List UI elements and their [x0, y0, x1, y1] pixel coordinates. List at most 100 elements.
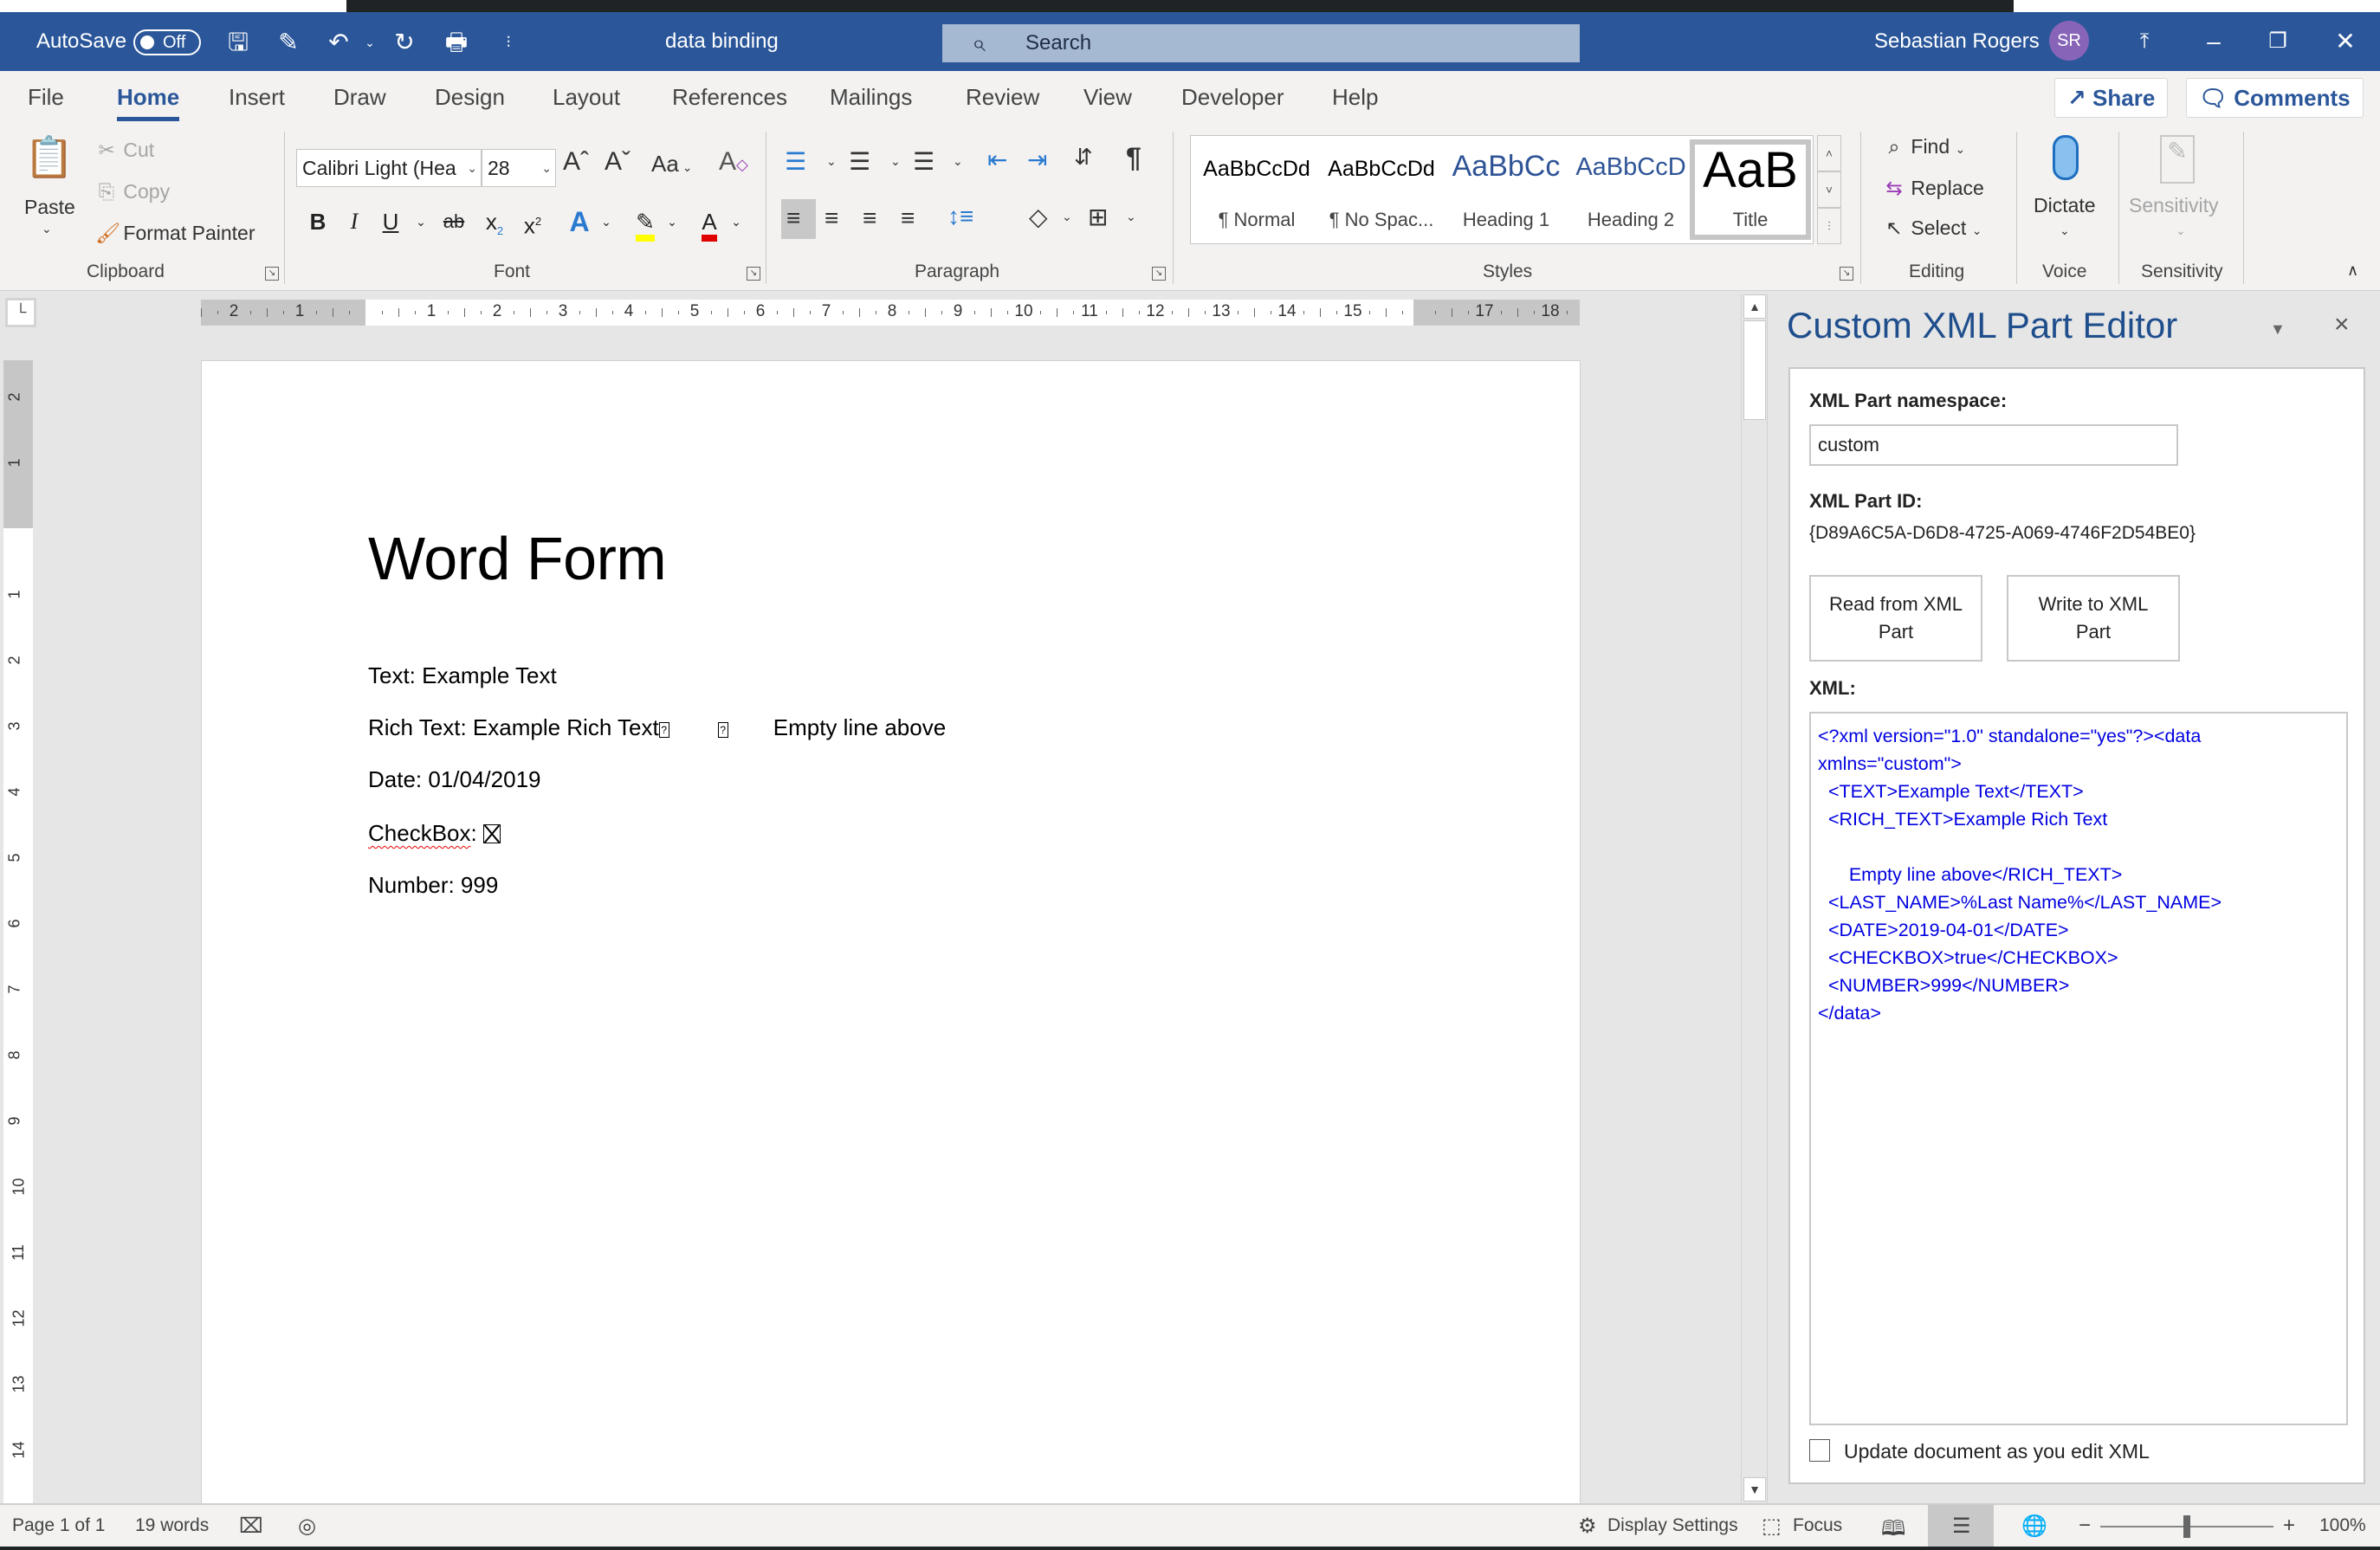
share-button[interactable]: ↗ Share [2054, 78, 2169, 118]
zoom-slider-thumb[interactable] [2183, 1515, 2190, 1538]
update-document-checkbox[interactable]: Update document as you edit XML [1809, 1439, 2150, 1463]
style-heading-1[interactable]: AaBbCc Heading 1 [1444, 139, 1568, 240]
align-center-icon[interactable]: ≡ [825, 204, 838, 232]
subscript-icon[interactable]: x2 [482, 203, 508, 241]
microphone-icon[interactable] [2053, 135, 2079, 180]
ribbon-display-options-icon[interactable]: ⤒ [2110, 12, 2179, 71]
display-settings-button[interactable]: Display Settings [1607, 1505, 1738, 1547]
word-count[interactable]: 19 words [135, 1505, 209, 1547]
show-formatting-marks-icon[interactable]: ¶ [1126, 142, 1141, 174]
document-page[interactable]: Word Form Text: Example Text Rich Text: … [201, 360, 1581, 1503]
proofing-icon[interactable]: ⌧ [239, 1514, 263, 1539]
change-case-button[interactable]: Aa ⌄ [651, 151, 692, 178]
checkbox-field-line[interactable]: CheckBox: [368, 820, 501, 847]
tab-design[interactable]: Design [435, 80, 505, 114]
restore-icon[interactable]: ❐ [2243, 12, 2312, 71]
zoom-level[interactable]: 100% [2319, 1505, 2366, 1547]
paste-dropdown-icon[interactable]: ⌄ [42, 222, 52, 236]
style-heading-2[interactable]: AaBbCcD Heading 2 [1568, 139, 1693, 240]
clipboard-launcher-icon[interactable]: ↘ [265, 267, 279, 281]
italic-icon[interactable]: I [341, 203, 367, 241]
font-name-combo[interactable]: Calibri Light (Hea ⌄ [296, 149, 482, 187]
copy-button[interactable]: ⎘ Copy [95, 180, 170, 203]
format-painter-button[interactable]: 🖌 Format Painter [95, 222, 255, 245]
scrollbar-thumb[interactable] [1743, 320, 1766, 420]
dictate-button[interactable]: Dictate [2034, 194, 2096, 217]
tab-draw[interactable]: Draw [333, 80, 386, 114]
borders-icon[interactable]: ⊞ [1088, 203, 1108, 231]
tab-review[interactable]: Review [966, 80, 1039, 114]
checked-checkbox-icon[interactable] [482, 824, 501, 843]
xml-textarea[interactable]: <?xml version="1.0" standalone="yes"?><d… [1809, 712, 2348, 1425]
avatar[interactable]: SR [2049, 21, 2089, 61]
scroll-up-icon[interactable]: ▲ [1743, 294, 1766, 319]
style-title[interactable]: AaB Title [1690, 139, 1811, 240]
focus-button[interactable]: Focus [1793, 1505, 1842, 1547]
style-normal[interactable]: AaBbCcDd ¶ Normal [1194, 139, 1319, 240]
increase-indent-icon[interactable]: ⇥ [1027, 145, 1047, 174]
tab-layout[interactable]: Layout [553, 80, 620, 114]
bullets-dropdown-icon[interactable]: ⌄ [826, 154, 837, 169]
text-effects-dropdown-icon[interactable]: ⌄ [598, 203, 615, 241]
find-button[interactable]: ⌕ Find ⌄ [1883, 135, 1966, 158]
line-spacing-icon[interactable]: ↕≡ [947, 203, 973, 230]
sensitivity-icon[interactable]: ✎ [2160, 135, 2195, 184]
minimize-icon[interactable]: – [2179, 12, 2248, 71]
bold-icon[interactable]: B [305, 203, 331, 241]
checkbox[interactable] [1809, 1439, 1830, 1462]
redo-icon[interactable]: ↻ [390, 28, 419, 57]
tab-references[interactable]: References [672, 80, 787, 114]
tab-stop-selector[interactable]: └ [5, 298, 36, 327]
numbering-dropdown-icon[interactable]: ⌄ [890, 154, 901, 169]
highlight-icon[interactable]: ✎ [631, 203, 660, 242]
tab-home[interactable]: Home [117, 80, 180, 121]
text-field-line[interactable]: Text: Example Text [368, 662, 557, 689]
customize-qat-icon[interactable]: ⫶ [494, 28, 523, 57]
print-preview-icon[interactable]: 🖶 [442, 28, 471, 57]
paste-button[interactable]: Paste [24, 196, 75, 219]
align-right-icon[interactable]: ≡ [863, 204, 876, 232]
save-as-edit-icon[interactable]: ✎ [274, 28, 303, 57]
undo-icon[interactable]: ↶ [324, 28, 353, 57]
paste-icon[interactable]: 📋 [24, 133, 74, 189]
shrink-font-icon[interactable]: Aˇ [605, 147, 631, 177]
tab-insert[interactable]: Insert [229, 80, 285, 114]
strikethrough-icon[interactable]: ab [438, 203, 469, 241]
read-mode-icon[interactable]: 🕮 [1881, 1514, 1905, 1549]
styles-scroll-up-icon[interactable]: ˄ [1817, 135, 1841, 171]
style-no-spacing[interactable]: AaBbCcDd ¶ No Spac... [1319, 139, 1444, 240]
multilevel-dropdown-icon[interactable]: ⌄ [953, 154, 963, 169]
sensitivity-dropdown-icon[interactable]: ⌄ [2176, 223, 2186, 238]
borders-dropdown-icon[interactable]: ⌄ [1126, 210, 1136, 224]
pane-options-icon[interactable]: ▼ [2270, 320, 2286, 339]
save-icon[interactable]: 🖫 [223, 28, 253, 57]
pane-close-icon[interactable]: × [2334, 310, 2350, 339]
decrease-indent-icon[interactable]: ⇤ [987, 145, 1007, 174]
replace-button[interactable]: ⇆ Replace [1883, 177, 1983, 200]
tab-view[interactable]: View [1083, 80, 1132, 114]
macro-recording-icon[interactable]: ◎ [298, 1514, 316, 1539]
document-scrollbar[interactable]: ▲ ▼ [1741, 294, 1767, 1503]
namespace-input[interactable] [1809, 424, 2178, 466]
tab-mailings[interactable]: Mailings [830, 80, 912, 114]
tab-file[interactable]: File [28, 80, 64, 114]
clear-formatting-icon[interactable]: A◇ [719, 147, 748, 177]
page-count[interactable]: Page 1 of 1 [12, 1505, 105, 1547]
superscript-icon[interactable]: x2 [520, 203, 546, 241]
horizontal-ruler[interactable]: 2 1 1 2 3 4 5 6 7 8 9 10 11 12 13 14 15 17 18 [201, 300, 1580, 326]
paragraph-launcher-icon[interactable]: ↘ [1152, 267, 1166, 281]
comments-button[interactable]: 🗨 Comments [2186, 78, 2364, 118]
scroll-down-icon[interactable]: ▼ [1743, 1477, 1766, 1502]
underline-icon[interactable]: U [378, 203, 404, 241]
user-name[interactable]: Sebastian Rogers [1874, 12, 2040, 71]
multilevel-list-icon[interactable]: ☰ [913, 147, 935, 176]
font-color-icon[interactable]: A [695, 203, 724, 242]
underline-dropdown-icon[interactable]: ⌄ [412, 203, 430, 241]
shading-icon[interactable]: ◇ [1029, 203, 1048, 231]
zoom-in-icon[interactable]: + [2283, 1505, 2295, 1547]
collapse-ribbon-icon[interactable]: ∧ [2347, 262, 2358, 280]
font-size-combo[interactable]: 28 ⌄ [482, 149, 556, 187]
justify-icon[interactable]: ≡ [901, 204, 915, 232]
rich-text-field-line[interactable]: Rich Text: Example Rich Text?? Empty line… [368, 714, 946, 741]
font-color-dropdown-icon[interactable]: ⌄ [728, 203, 745, 241]
